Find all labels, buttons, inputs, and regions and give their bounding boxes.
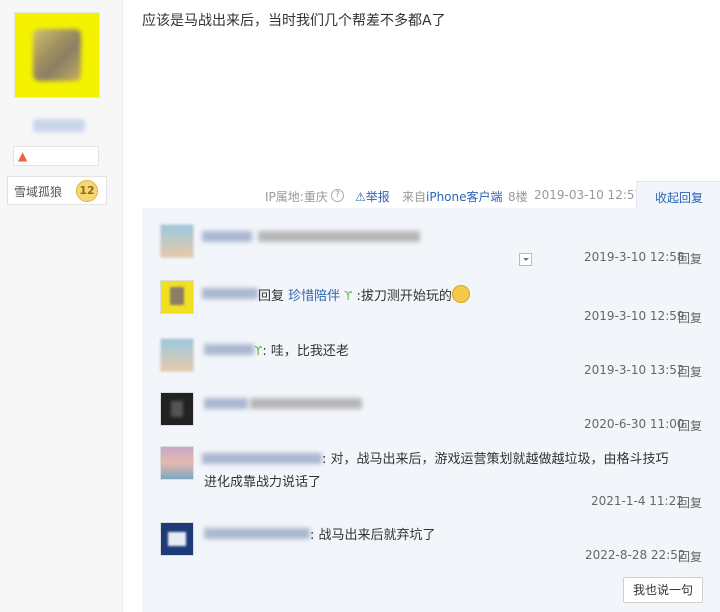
smile-emoji-icon (451, 285, 470, 303)
reply-time: 2019-3-10 12:59 (584, 309, 685, 323)
reply-time: 2020-6-30 11:00 (584, 417, 685, 431)
reply-button[interactable]: 回复 (678, 363, 702, 380)
reply-time: 2021-1-4 11:22 (591, 494, 684, 508)
help-circle-icon[interactable]: ? (331, 189, 344, 202)
reply-avatar[interactable] (160, 446, 194, 480)
collapse-label: 收起回复 (655, 191, 704, 205)
reply-body: : 哇，比我还老 (262, 344, 349, 359)
reply-button[interactable]: 回复 (678, 250, 702, 267)
reply-text: 回复 珍惜陪伴 ϒ :拔刀测开始玩的 (258, 285, 470, 304)
reply-button[interactable]: 回复 (678, 548, 702, 565)
reply-text-line2: 进化成靠战力说话了 (204, 475, 322, 490)
level-badge[interactable]: 雪域孤狼 12 (7, 176, 107, 205)
reply-avatar[interactable] (160, 392, 194, 426)
reply-body: :拔刀测开始玩的 (356, 289, 452, 304)
reply-username[interactable] (202, 288, 258, 299)
reply-prefix: 回复 (258, 289, 285, 304)
report-link[interactable]: ⚠举报 (355, 188, 390, 205)
user-avatar-icon (33, 29, 81, 81)
level-number: 12 (76, 180, 98, 202)
reply-avatar[interactable] (160, 224, 194, 258)
reply-time: 2019-3-10 12:58 (584, 250, 685, 264)
reply-button[interactable]: 回复 (678, 494, 702, 511)
reply-username[interactable] (204, 528, 310, 539)
reply-time: 2022-8-28 22:52 (585, 548, 686, 562)
reply-text-blurred (250, 398, 362, 409)
ip-location: IP属地:重庆 (265, 190, 328, 204)
floor-number: 8楼 (508, 190, 528, 204)
reply-text: ϒ: 哇，比我还老 (254, 340, 349, 359)
level-name: 雪域孤狼 (14, 185, 63, 199)
user-avatar[interactable] (14, 12, 100, 98)
reply-time: 2019-3-10 13:52 (584, 363, 685, 377)
reply-username[interactable] (202, 231, 252, 242)
post-time: 2019-03-10 12:57 (534, 188, 643, 202)
game-badge-icon: ▲ (18, 149, 28, 163)
reply-text: : 战马出来后就弃坑了 (310, 528, 436, 543)
reply-text-blurred (258, 231, 420, 242)
user-panel: ▲ 雪域孤狼 12 (0, 0, 123, 612)
reply-button[interactable]: 回复 (678, 417, 702, 434)
reply-avatar[interactable] (160, 522, 194, 556)
reply-button[interactable]: 回复 (678, 309, 702, 326)
reply-username[interactable] (202, 453, 322, 464)
reply-username[interactable] (204, 344, 254, 355)
say-something-button[interactable]: 我也说一句 (623, 577, 703, 603)
badge-box[interactable]: ▲ (13, 146, 99, 166)
warning-triangle-icon: ⚠ (355, 190, 366, 204)
report-label: 举报 (365, 190, 390, 204)
client-link[interactable]: iPhone客户端 (426, 188, 503, 205)
reply-avatar[interactable] (160, 280, 194, 314)
reply-avatar[interactable] (160, 338, 194, 372)
reply-target-link[interactable]: 珍惜陪伴 (288, 289, 340, 304)
reply-text-line1: : 对，战马出来后，游戏运营策划就越做越垃圾，由格斗技巧 (322, 452, 669, 467)
username-blurred[interactable] (33, 119, 85, 132)
collapse-replies-button[interactable]: 收起回复 (636, 181, 720, 210)
post-content: 应该是马战出来后，当时我们几个帮差不多都A了 (142, 13, 446, 29)
dropdown-arrow-icon[interactable] (519, 253, 532, 266)
from-label: 来自 (402, 190, 427, 204)
sprout-icon: ϒ (340, 289, 353, 303)
reply-username[interactable] (204, 398, 248, 409)
